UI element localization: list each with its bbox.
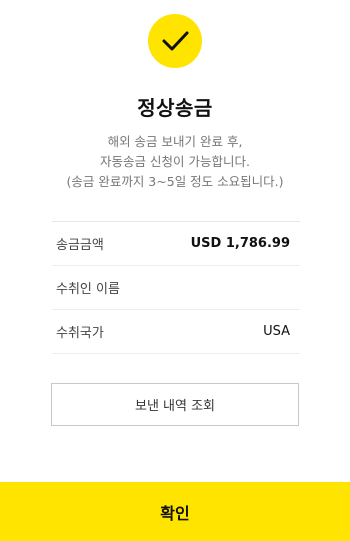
amount-label: 송금금액 [56,238,104,253]
confirm-label: 확인 [160,503,190,523]
view-sent-history-button[interactable]: 보낸 내역 조회 [51,383,299,426]
detail-row-recipient: 수취인 이름 [52,266,300,310]
amount-value: USD 1,786.99 [190,236,290,251]
detail-row-amount: 송금금액 USD 1,786.99 [52,222,300,266]
description-line-3: (송금 완료까지 3~5일 정도 소요됩니다.) [66,174,284,189]
description-line-2: 자동송금 신청이 가능합니다. [100,154,250,169]
check-icon [162,31,189,51]
success-badge [148,14,202,68]
view-sent-history-label: 보낸 내역 조회 [134,399,216,414]
recipient-country-value: USA [263,324,290,339]
confirm-button[interactable]: 확인 [0,482,350,541]
page-title: 정상송금 [137,96,213,120]
transfer-details: 송금금액 USD 1,786.99 수취인 이름 수취국가 USA [52,221,300,354]
recipient-country-label: 수취국가 [56,326,104,341]
detail-row-country: 수취국가 USA [52,310,300,354]
recipient-name-label: 수취인 이름 [56,282,120,297]
description-line-1: 해외 송금 보내기 완료 후, [107,134,243,149]
